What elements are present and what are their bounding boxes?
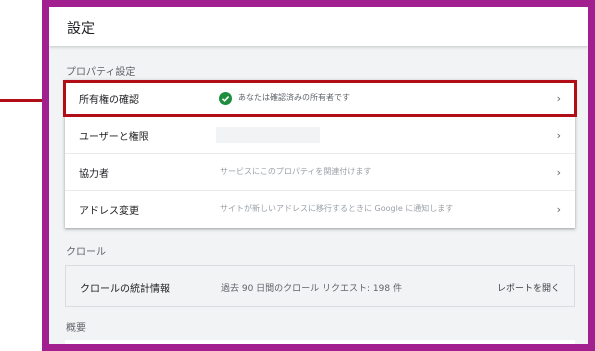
chevron-right-icon: › xyxy=(556,203,561,216)
chevron-right-icon: › xyxy=(556,129,561,142)
row-description: サービスにこのプロパティを関連付けます xyxy=(220,167,372,176)
row-users-permissions[interactable]: ユーザーと権限 › xyxy=(65,117,575,154)
page-header: 設定 xyxy=(49,7,588,46)
screenshot-frame: 設定 プロパティ設定 所有権の確認 あなたは確認済みの所有者です › ユーザーと… xyxy=(42,0,595,351)
description-placeholder xyxy=(216,127,320,143)
annotation-highlight-box xyxy=(63,80,577,117)
settings-page: 設定 プロパティ設定 所有権の確認 あなたは確認済みの所有者です › ユーザーと… xyxy=(49,7,588,344)
section-label-overview: 概要 xyxy=(66,323,86,334)
row-description: サイトが新しいアドレスに移行するときに Google に通知します xyxy=(220,204,454,213)
row-label: 協力者 xyxy=(79,169,109,180)
section-label-property-settings: プロパティ設定 xyxy=(66,67,136,78)
chevron-right-icon: › xyxy=(556,166,561,179)
overview-card-edge xyxy=(65,340,575,344)
section-label-crawl: クロール xyxy=(66,247,106,258)
crawl-stats-label: クロールの統計情報 xyxy=(80,284,170,295)
row-label: アドレス変更 xyxy=(79,206,139,217)
row-label: ユーザーと権限 xyxy=(79,132,149,143)
page-title: 設定 xyxy=(67,21,95,37)
crawl-stats-description: 過去 90 日間のクロール リクエスト: 198 件 xyxy=(221,284,402,294)
row-change-of-address[interactable]: アドレス変更 サイトが新しいアドレスに移行するときに Google に通知します… xyxy=(65,191,575,228)
row-associates[interactable]: 協力者 サービスにこのプロパティを関連付けます › xyxy=(65,154,575,191)
open-report-link[interactable]: レポートを開く xyxy=(497,281,560,294)
crawl-stats-card: クロールの統計情報 過去 90 日間のクロール リクエスト: 198 件 レポー… xyxy=(65,265,575,307)
